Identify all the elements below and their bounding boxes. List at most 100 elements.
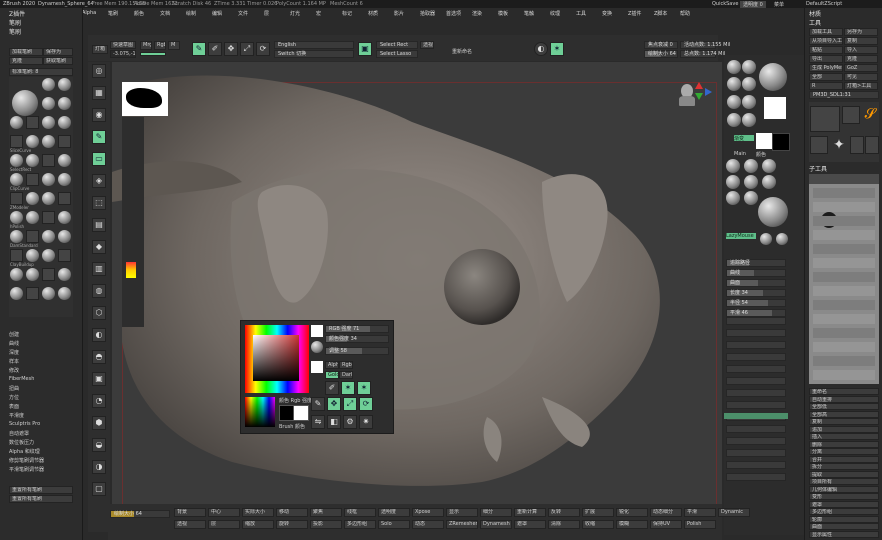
- brush-thumb[interactable]: [42, 211, 55, 224]
- load-brush-button[interactable]: 加载笔刷: [9, 48, 43, 56]
- adjust-slider[interactable]: 调整 58: [325, 347, 389, 355]
- select-rect-button[interactable]: Select Rect: [376, 41, 418, 49]
- pm3d-tool-thumb-3[interactable]: [865, 136, 879, 154]
- material-sphere-9[interactable]: [760, 233, 772, 245]
- subtool-row[interactable]: [813, 202, 875, 212]
- material-header[interactable]: 材质: [809, 9, 821, 18]
- tool-name-slider[interactable]: PM3D_SDL1:31: [809, 91, 879, 99]
- menu-item[interactable]: 影片: [394, 10, 404, 17]
- brush-section-15[interactable]: 平滑笔刷调节器: [9, 466, 44, 473]
- edit-icon[interactable]: ✎: [192, 42, 206, 56]
- material-sphere-7[interactable]: [727, 113, 741, 127]
- brush-thumb[interactable]: [10, 173, 23, 186]
- material-slider-1[interactable]: 追踪路径: [726, 259, 786, 267]
- tool-section-10[interactable]: 拆分: [809, 463, 879, 470]
- reset-brushes-button[interactable]: 重置所有笔刷: [9, 486, 73, 494]
- subtool-row[interactable]: [813, 188, 875, 198]
- material-grid-sphere[interactable]: [744, 191, 758, 205]
- material-setting-row[interactable]: [726, 377, 786, 385]
- tool-section-14[interactable]: 变形: [809, 493, 879, 500]
- navigation-head-icon[interactable]: [677, 82, 697, 110]
- symmetry-icon[interactable]: ⇋: [311, 415, 325, 429]
- color-intensity-slider[interactable]: 颜色强度 34: [325, 335, 389, 343]
- brush-thumb[interactable]: [10, 249, 23, 262]
- tool-button-4[interactable]: 粘贴: [809, 46, 843, 54]
- brush-thumb[interactable]: [26, 154, 39, 167]
- brush-thumb[interactable]: [10, 230, 23, 243]
- alpha-thumb[interactable]: [311, 325, 323, 337]
- material-setting-row[interactable]: [726, 449, 786, 457]
- brush-thumb[interactable]: [58, 287, 71, 300]
- bottom-shelf-item-18[interactable]: 细分: [480, 508, 512, 517]
- menu-item[interactable]: 纹理: [550, 10, 560, 17]
- menu-item[interactable]: 文件: [238, 10, 248, 17]
- subtool-row[interactable]: [813, 286, 875, 296]
- tool-section-5[interactable]: 追加: [809, 425, 879, 433]
- primary-color-swatch[interactable]: [293, 405, 309, 421]
- tool-button-11[interactable]: 可见: [844, 73, 878, 81]
- basicmat2-sphere[interactable]: [727, 95, 741, 109]
- bottom-shelf-item-27[interactable]: 模糊: [616, 520, 648, 529]
- active-setting-bar[interactable]: [724, 413, 788, 419]
- menu-item[interactable]: 层: [264, 10, 269, 17]
- brush-section-10[interactable]: Sculptris Pro: [9, 421, 40, 427]
- brush-thumb[interactable]: [42, 249, 55, 262]
- basicmat-sphere[interactable]: [727, 77, 741, 91]
- tool-section-15[interactable]: 遮罩: [809, 500, 879, 508]
- rotate-popup-icon[interactable]: ⟳: [359, 397, 373, 411]
- scale-icon[interactable]: ⤢: [240, 42, 254, 56]
- bottom-shelf-item-22[interactable]: 反转: [548, 508, 580, 517]
- brush-thumb[interactable]: [58, 154, 71, 167]
- alpha-button[interactable]: Alpha: [325, 361, 339, 369]
- bottom-shelf-item-10[interactable]: 线框: [344, 508, 376, 517]
- material-sphere-8[interactable]: [742, 113, 756, 127]
- brush-thumb[interactable]: [10, 116, 23, 129]
- menu-item[interactable]: 笔触: [524, 10, 534, 17]
- subtool-row[interactable]: [813, 370, 875, 380]
- simplebrush-tool-thumb[interactable]: [810, 136, 828, 154]
- pm3d-tool-thumb[interactable]: [810, 106, 840, 132]
- bottom-shelf-item-25[interactable]: 收缩: [582, 520, 614, 529]
- gold-button[interactable]: Gold: [325, 371, 339, 379]
- brush-section-1[interactable]: 曲线: [9, 340, 19, 347]
- brush-thumb[interactable]: [42, 78, 55, 91]
- bottom-shelf-item-28[interactable]: 动态细分: [650, 508, 682, 517]
- reset-all-brushes-button[interactable]: 重置所有笔刷: [9, 495, 73, 503]
- bottom-shelf-item-7[interactable]: 旋转: [276, 520, 308, 529]
- brush-section-6[interactable]: 扭曲: [9, 385, 19, 392]
- brush-thumb[interactable]: [42, 173, 55, 186]
- menu-item[interactable]: Z脚本: [654, 10, 667, 17]
- brush-thumb[interactable]: [10, 287, 23, 300]
- tool-section-11[interactable]: 提取: [809, 470, 879, 478]
- select-lasso-button[interactable]: Select Lasso: [376, 50, 418, 58]
- tool-section-6[interactable]: 插入: [809, 433, 879, 440]
- bottom-shelf-item-19[interactable]: Dynamesh: [480, 520, 512, 529]
- brush-thumb[interactable]: [10, 192, 23, 205]
- material-setting-row[interactable]: [726, 461, 786, 469]
- save-as-button[interactable]: 保存为: [43, 48, 73, 56]
- left-strip-icon-11[interactable]: ⬡: [92, 306, 106, 320]
- material-grid-sphere[interactable]: [744, 175, 758, 189]
- brush-thumb[interactable]: [58, 173, 71, 186]
- left-strip-icon-14[interactable]: ▣: [92, 372, 106, 386]
- seethrough-slider[interactable]: 透明度 0: [740, 1, 766, 8]
- menu-item[interactable]: Alpha: [82, 10, 96, 16]
- material-grid-sphere[interactable]: [762, 159, 776, 173]
- tool-button-9[interactable]: GoZ: [844, 64, 878, 72]
- tool-section-0[interactable]: 重命名: [809, 388, 879, 395]
- saturation-square[interactable]: [253, 335, 299, 381]
- zadd-icon[interactable]: ✶: [550, 42, 564, 56]
- material-grid-sphere[interactable]: [726, 159, 740, 173]
- rgb-button[interactable]: Rgb: [154, 41, 166, 50]
- bottom-shelf-item-5[interactable]: 缩放: [242, 520, 274, 529]
- tool-button-13[interactable]: 灯箱>工具: [844, 82, 878, 90]
- menu-item[interactable]: 变换: [602, 10, 612, 17]
- flat-sphere[interactable]: [742, 77, 756, 91]
- tool-button-2[interactable]: 从项目导入工具: [809, 37, 843, 45]
- switch-toggle[interactable]: Switch 切换: [274, 50, 354, 58]
- subtool-row[interactable]: [813, 272, 875, 282]
- material-setting-row[interactable]: [726, 341, 786, 349]
- bottom-shelf-item-21[interactable]: 遮罩: [514, 520, 546, 529]
- polymesh-tool-icon[interactable]: 𝓢: [862, 106, 878, 122]
- left-strip-icon-6[interactable]: ⬚: [92, 196, 106, 210]
